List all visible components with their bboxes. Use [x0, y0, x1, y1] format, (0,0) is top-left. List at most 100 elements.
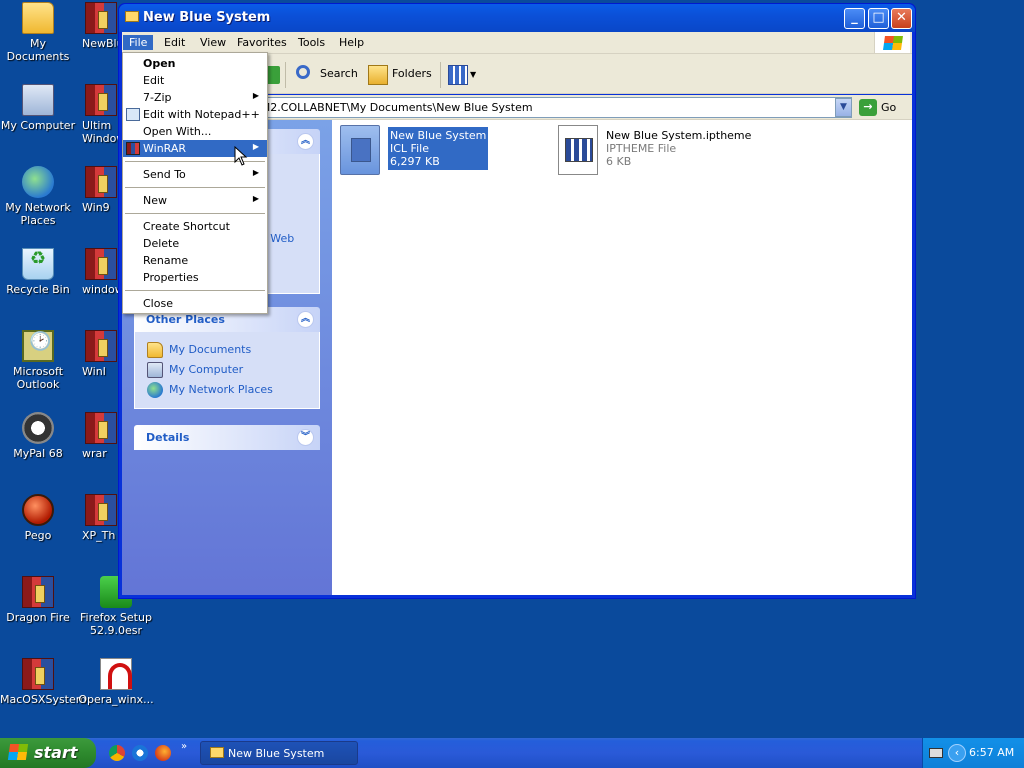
maximize-button[interactable]: □ [868, 8, 889, 29]
details-header[interactable]: Details ︾ [134, 425, 320, 450]
desktop-icon-win9[interactable]: Win9 [82, 166, 122, 214]
opera-icon [100, 658, 132, 690]
desktop-icon-my-documents[interactable]: My Documents [0, 2, 76, 63]
minimize-button[interactable]: _ [844, 8, 865, 29]
network-icon [147, 382, 163, 398]
desktop-icon-ultimate[interactable]: Ultim Window [82, 84, 125, 145]
iptheme-file-icon [558, 125, 598, 175]
desktop-icon-mypal[interactable]: MyPal 68 [0, 412, 76, 460]
file-item-iptheme[interactable]: New Blue System.iptheme IPTHEME File 6 K… [558, 125, 808, 177]
close-button[interactable]: ✕ [891, 8, 912, 29]
desktop-icon-recycle-bin[interactable]: Recycle Bin [0, 248, 76, 296]
menu-item-notepadpp[interactable]: Edit with Notepad++ [123, 106, 267, 123]
menu-edit[interactable]: Edit [158, 35, 191, 50]
menu-file[interactable]: File [123, 35, 154, 50]
menu-item-open[interactable]: Open [123, 55, 267, 72]
tray-expand-icon[interactable]: ‹ [948, 744, 966, 762]
recycle-bin-icon [22, 248, 54, 280]
link-my-computer[interactable]: My Computer [147, 360, 307, 380]
firefox-icon[interactable] [155, 745, 171, 761]
my-documents-icon [147, 342, 163, 358]
file-type: IPTHEME File [606, 142, 677, 155]
link-label: My Network Places [169, 383, 273, 396]
desktop-icon-label: Opera_winx... [78, 693, 154, 706]
link-my-documents[interactable]: My Documents [147, 340, 307, 360]
desktop-icon-label: WinI [82, 365, 106, 378]
views-button[interactable]: ▼ [444, 63, 482, 87]
winrar-archive-icon [85, 166, 117, 198]
winrar-archive-icon [85, 494, 117, 526]
menu-bar: File Edit View Favorites Tools Help [122, 32, 912, 54]
menu-help[interactable]: Help [333, 35, 370, 50]
chevron-down-icon[interactable]: ︾ [297, 429, 314, 446]
clock[interactable]: 6:57 AM [969, 746, 1014, 759]
desktop-icon-wrar[interactable]: wrar [82, 412, 122, 460]
desktop-icon-label: Win9 [82, 201, 110, 214]
search-icon [296, 65, 310, 79]
search-button[interactable]: Search [292, 63, 364, 87]
desktop-icon-xp-th[interactable]: XP_Th [82, 494, 122, 542]
taskbar-button-label: New Blue System [228, 747, 325, 760]
menu-item-properties[interactable]: Properties [123, 269, 267, 286]
menu-item-create-shortcut[interactable]: Create Shortcut [123, 218, 267, 235]
desktop-icon-label: MyPal 68 [13, 447, 63, 460]
title-bar[interactable]: New Blue System _ □ ✕ [119, 4, 915, 32]
internet-explorer-icon[interactable] [132, 745, 148, 761]
file-item-icl[interactable]: New Blue System ICL File 6,297 KB [340, 125, 540, 177]
file-name: New Blue System.iptheme [606, 129, 752, 142]
start-button[interactable]: start [0, 738, 96, 768]
start-label: start [34, 743, 78, 762]
go-button[interactable]: → Go [856, 98, 906, 117]
file-size: 6 KB [606, 155, 632, 168]
chevron-up-icon[interactable]: ︽ [297, 133, 314, 150]
file-label: New Blue System ICL File 6,297 KB [388, 127, 489, 170]
menu-tools[interactable]: Tools [292, 35, 331, 50]
desktop-icon-label: wrar [82, 447, 107, 460]
menu-item-delete[interactable]: Delete [123, 235, 267, 252]
menu-item-close[interactable]: Close [123, 295, 267, 312]
desktop-icon-my-network-places[interactable]: My Network Places [0, 166, 76, 227]
menu-separator [125, 290, 265, 291]
menu-favorites[interactable]: Favorites [231, 35, 293, 50]
desktop-icon-macosxsystem[interactable]: MacOSXSystem [0, 658, 86, 706]
menu-separator [125, 213, 265, 214]
desktop-icon-label: My Network Places [5, 201, 71, 227]
desktop-icon-outlook[interactable]: Microsoft Outlook [0, 330, 76, 391]
file-name: New Blue System [390, 129, 487, 142]
desktop-icon-my-computer[interactable]: My Computer [0, 84, 76, 132]
file-type: ICL File [390, 142, 429, 155]
address-dropdown-button[interactable]: ▼ [835, 98, 852, 117]
file-size: 6,297 KB [390, 155, 440, 168]
notepad-plus-plus-icon [126, 108, 140, 121]
details-title: Details [146, 431, 190, 444]
desktop-icon-newblu[interactable]: NewBlu [82, 2, 124, 50]
quicklaunch-more-icon[interactable]: » [181, 741, 187, 752]
menu-item-label: Edit with Notepad++ [143, 108, 260, 121]
link-my-network-places[interactable]: My Network Places [147, 380, 307, 400]
mypal-icon [22, 412, 54, 444]
menu-item-send-to[interactable]: Send To ▶ [123, 166, 267, 183]
menu-item-rename[interactable]: Rename [123, 252, 267, 269]
desktop-icon-pego[interactable]: Pego [0, 494, 76, 542]
menu-item-7zip[interactable]: 7-Zip ▶ [123, 89, 267, 106]
menu-item-label: New [143, 194, 167, 207]
desktop-icon-dragon-fire[interactable]: Dragon Fire [0, 576, 76, 624]
go-arrow-icon: → [859, 99, 877, 116]
desktop-icon-label: My Computer [0, 119, 76, 132]
folders-button[interactable]: Folders [364, 63, 438, 87]
chrome-icon[interactable] [109, 745, 125, 761]
menu-view[interactable]: View [194, 35, 232, 50]
menu-item-edit[interactable]: Edit [123, 72, 267, 89]
desktop-icon-opera[interactable]: Opera_winx... [78, 658, 154, 706]
link-label: My Documents [169, 343, 252, 356]
desktop-icon-window[interactable]: window [82, 248, 124, 296]
winrar-archive-icon [85, 412, 117, 444]
menu-item-new[interactable]: New ▶ [123, 192, 267, 209]
address-input[interactable]: nd Settings\VM2.COLLABNET\My Documents\N… [182, 97, 852, 118]
chevron-up-icon[interactable]: ︽ [297, 311, 314, 328]
keyboard-icon[interactable] [929, 748, 943, 758]
submenu-arrow-icon: ▶ [252, 91, 259, 100]
menu-item-open-with[interactable]: Open With... [123, 123, 267, 140]
taskbar-button-new-blue-system[interactable]: New Blue System [200, 741, 358, 765]
desktop-icon-wini[interactable]: WinI [82, 330, 122, 378]
